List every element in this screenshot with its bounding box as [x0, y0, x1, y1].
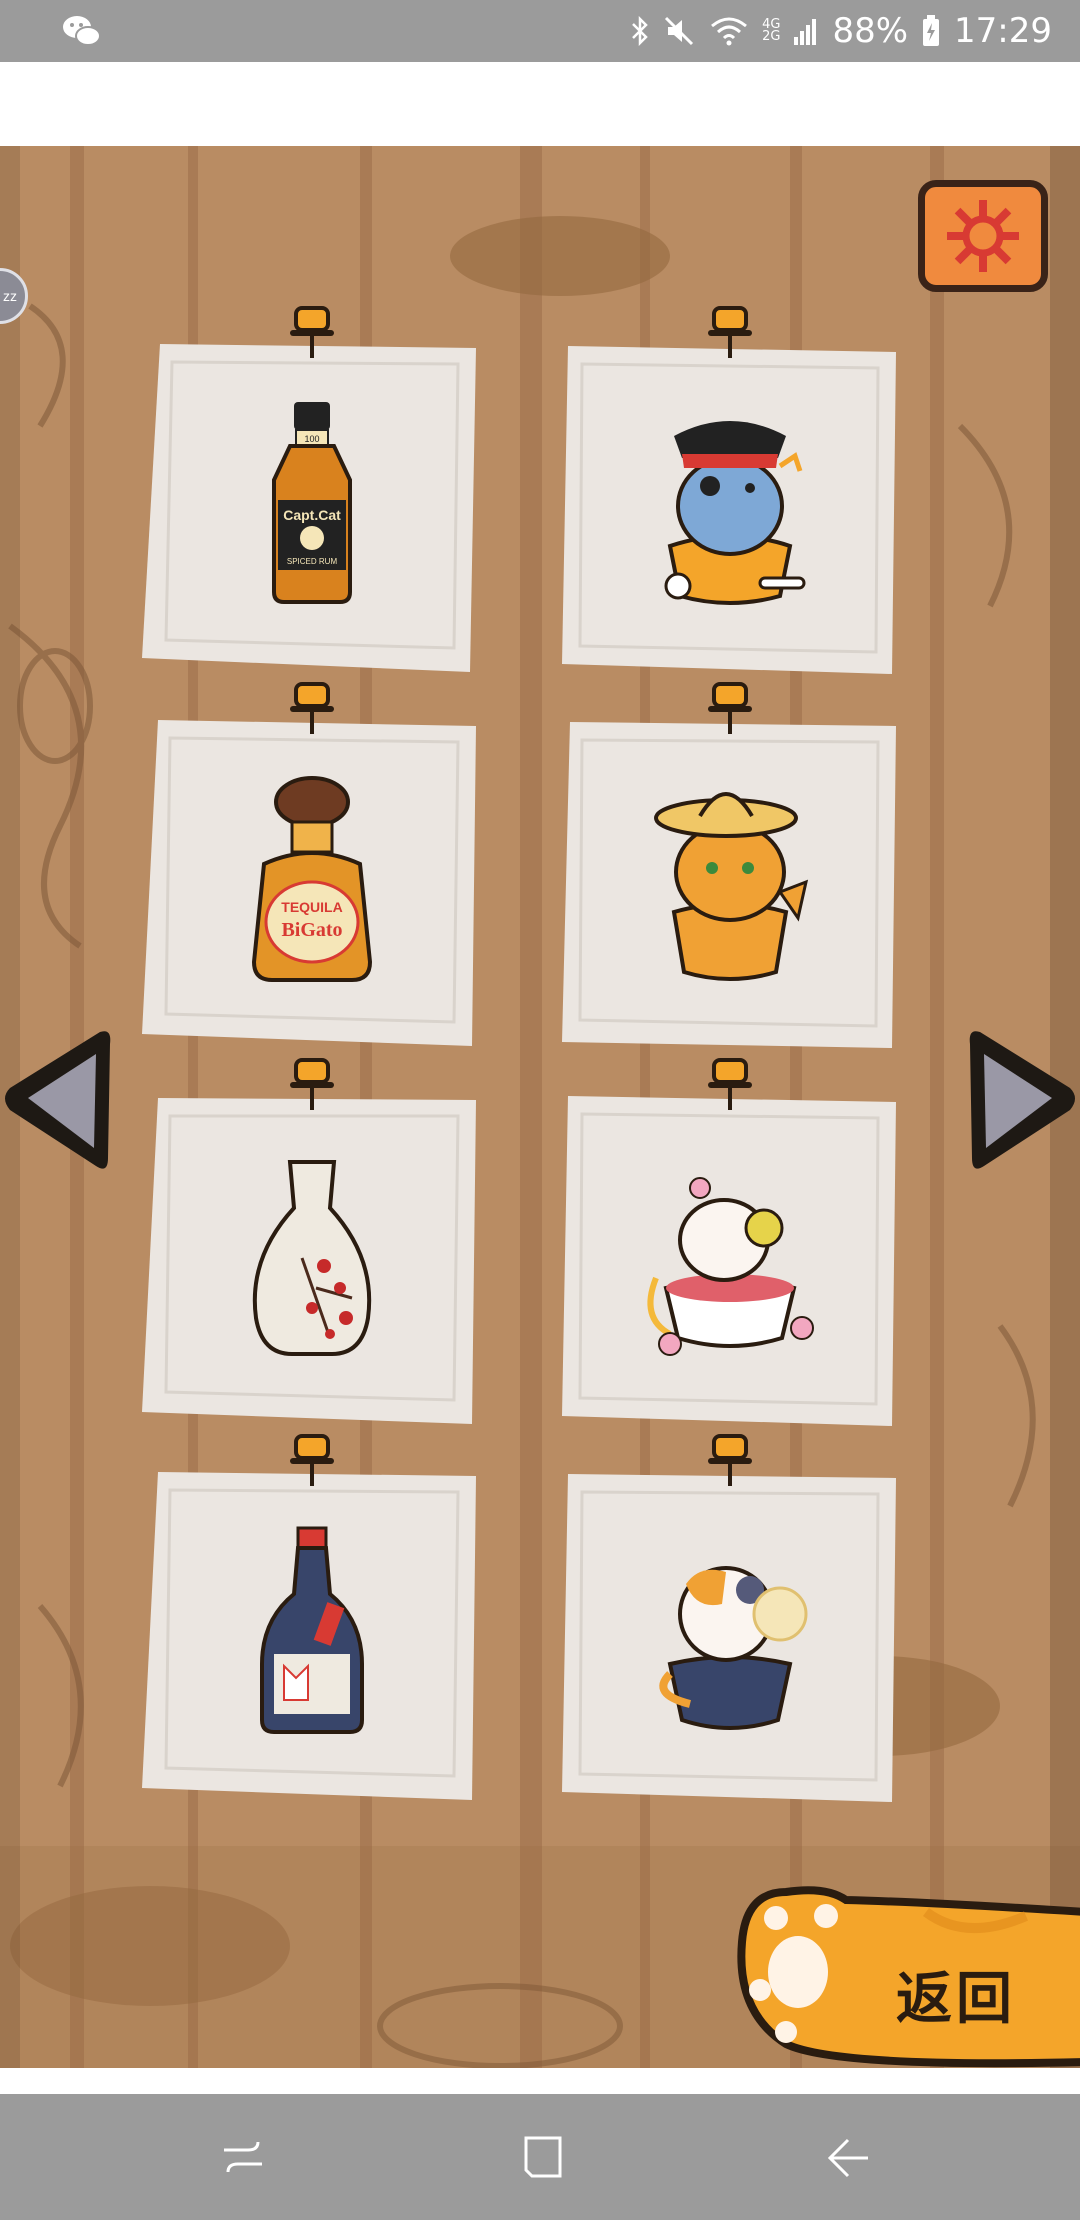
collection-card-4[interactable]	[560, 682, 900, 1052]
collection-card-8[interactable]	[560, 1434, 900, 1804]
collection-card-6[interactable]	[560, 1058, 900, 1428]
rum-label-title: Capt.Cat	[283, 507, 341, 523]
status-bar: 4G 2G 88% 17:29	[0, 0, 1080, 62]
clock: 17:29	[954, 11, 1052, 51]
rum-neck-label: 100	[304, 434, 319, 444]
pushpin-icon	[708, 1058, 752, 1110]
pushpin-icon	[290, 1058, 334, 1110]
pushpin-icon	[708, 1434, 752, 1486]
previous-page-button[interactable]	[0, 1018, 118, 1178]
kitsune-sake-bottle-icon	[260, 1526, 364, 1734]
sake-vase-icon	[252, 1160, 372, 1356]
pushpin-icon	[708, 682, 752, 734]
wifi-icon	[710, 16, 748, 46]
collection-screen: zz Capt.Cat SPICED RUM 100 TEQUILA BiGat…	[0, 146, 1080, 2068]
pirate-cat-icon	[664, 421, 806, 605]
blossom-cat-bowl-icon	[647, 1177, 814, 1356]
collection-card-1[interactable]: Capt.Cat SPICED RUM 100	[142, 306, 482, 676]
collection-card-7[interactable]	[142, 1434, 482, 1804]
arrow-left-icon	[5, 1031, 111, 1169]
collection-card-5[interactable]	[142, 1058, 482, 1428]
calico-cat-bowl-icon	[659, 1566, 808, 1730]
rum-bottle-icon: Capt.Cat SPICED RUM 100	[272, 402, 352, 604]
bluetooth-icon	[630, 16, 650, 46]
pushpin-icon	[290, 682, 334, 734]
system-navigation-bar	[0, 2094, 1080, 2220]
pushpin-icon	[290, 1434, 334, 1486]
network-type-bottom: 2G	[762, 29, 781, 44]
back-button-label[interactable]: 返回	[896, 1954, 1016, 2035]
home-icon[interactable]	[518, 2132, 568, 2182]
tequila-label-brand: BiGato	[281, 919, 342, 941]
signal-icon	[794, 17, 818, 45]
top-white-band	[0, 62, 1080, 146]
rum-label-subtitle: SPICED RUM	[287, 557, 338, 566]
battery-percent: 88%	[832, 11, 909, 51]
collection-card-3[interactable]: TEQUILA BiGato	[142, 682, 482, 1052]
settings-button[interactable]	[918, 180, 1048, 292]
gear-icon	[947, 200, 1019, 272]
sombrero-cat-icon	[654, 792, 809, 981]
arrow-right-icon	[969, 1031, 1075, 1169]
back-icon[interactable]	[822, 2132, 872, 2182]
mute-icon	[664, 16, 696, 46]
next-page-button[interactable]	[962, 1018, 1080, 1178]
tequila-bottle-icon: TEQUILA BiGato	[251, 776, 373, 982]
recent-apps-icon[interactable]	[218, 2132, 268, 2182]
pushpin-icon	[290, 306, 334, 358]
battery-charging-icon	[922, 15, 940, 47]
wechat-icon	[62, 12, 102, 50]
tequila-label-title: TEQUILA	[281, 899, 342, 915]
network-type: 4G 2G	[762, 18, 781, 44]
pushpin-icon	[708, 306, 752, 358]
collection-card-2[interactable]	[560, 306, 900, 676]
